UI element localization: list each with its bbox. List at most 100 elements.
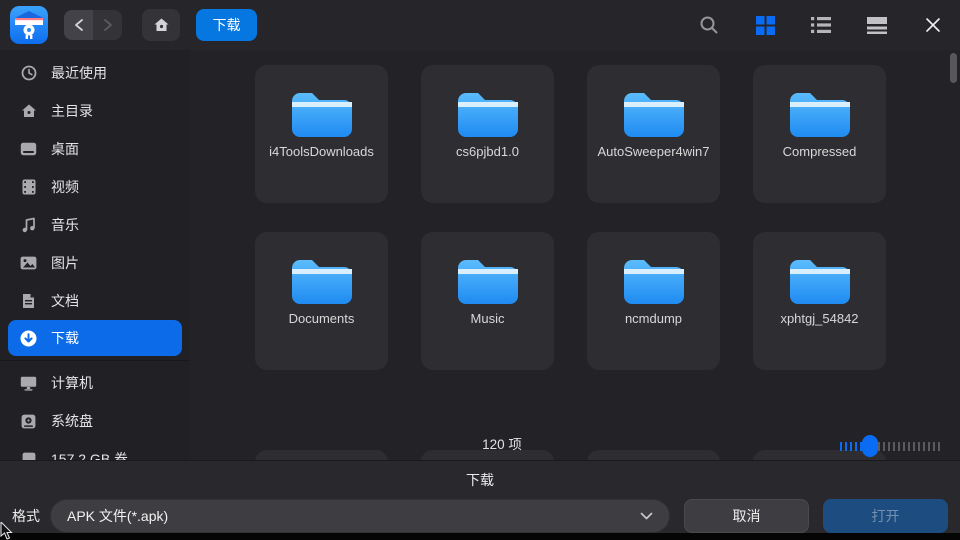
home-icon — [153, 17, 170, 33]
file-format-select[interactable]: APK 文件(*.apk) — [50, 499, 670, 533]
folder-tile[interactable]: i4ToolsDownloads — [255, 65, 388, 203]
folder-icon — [451, 248, 525, 308]
folder-tile[interactable]: cs6pjbd1.0 — [421, 65, 554, 203]
folder-tile[interactable] — [255, 450, 388, 460]
desktop-icon — [20, 141, 37, 158]
folder-tile[interactable]: xphtgj_54842 — [753, 232, 886, 370]
computer-icon — [20, 375, 37, 392]
item-count: 120 项 — [482, 433, 522, 453]
folder-icon — [451, 81, 525, 141]
folder-icon — [783, 248, 857, 308]
sidebar-separator — [0, 360, 190, 361]
open-button-label: 打开 — [872, 506, 900, 526]
system-disk-icon — [20, 413, 37, 430]
slider-thumb[interactable] — [862, 435, 878, 457]
sidebar-item-recent[interactable]: 最近使用 — [0, 54, 190, 92]
slider-ticks-filled — [840, 442, 862, 451]
file-dialog-window: 下载 — [0, 0, 960, 540]
sidebar-item-music[interactable]: 音乐 — [0, 206, 190, 244]
sidebar-item-pictures[interactable]: 图片 — [0, 244, 190, 282]
folder-icon — [617, 81, 691, 141]
folder-icon — [783, 81, 857, 141]
screen-bottom-strip — [0, 533, 960, 540]
sidebar-item-desktop[interactable]: 桌面 — [0, 130, 190, 168]
file-view: i4ToolsDownloads cs6pjbd1.0 AutoSweeper4… — [190, 50, 960, 460]
sidebar-item-label: 桌面 — [51, 139, 79, 159]
sidebar-item-videos[interactable]: 视频 — [0, 168, 190, 206]
grid-view-button[interactable] — [754, 14, 776, 36]
folder-name: Compressed — [763, 143, 877, 162]
close-icon — [925, 17, 941, 33]
app-icon — [10, 6, 48, 44]
home-icon — [20, 103, 37, 120]
chevron-left-icon — [74, 18, 84, 32]
search-icon — [699, 15, 719, 35]
cancel-button-label: 取消 — [733, 506, 761, 526]
sidebar-item-label: 音乐 — [51, 215, 79, 235]
folder-name: i4ToolsDownloads — [265, 143, 379, 162]
folder-name: xphtgj_54842 — [763, 310, 877, 329]
sidebar-item-home[interactable]: 主目录 — [0, 92, 190, 130]
cancel-button[interactable]: 取消 — [684, 499, 809, 533]
footer-controls: 格式 APK 文件(*.apk) 取消 打开 — [0, 499, 960, 533]
sidebar-item-label: 主目录 — [51, 101, 93, 121]
folder-tile[interactable] — [587, 450, 720, 460]
grid-view-icon — [756, 16, 775, 35]
close-button[interactable] — [922, 14, 944, 36]
detail-view-button[interactable] — [866, 14, 888, 36]
video-icon — [20, 179, 37, 196]
dialog-footer: 下载 格式 APK 文件(*.apk) 取消 打开 — [0, 460, 960, 533]
folder-tile[interactable]: ncmdump — [587, 232, 720, 370]
folder-tile[interactable]: Compressed — [753, 65, 886, 203]
sidebar-item-label: 下载 — [51, 328, 79, 348]
sidebar-item-label: 最近使用 — [51, 63, 107, 83]
file-view-scrollbar[interactable] — [950, 53, 957, 83]
sidebar: 最近使用 主目录 桌面 视频 音乐 — [0, 50, 190, 460]
chevron-right-icon — [103, 18, 113, 32]
document-icon — [20, 293, 37, 310]
folder-grid: i4ToolsDownloads cs6pjbd1.0 AutoSweeper4… — [255, 65, 886, 370]
list-view-icon — [811, 16, 831, 34]
clock-icon — [20, 65, 37, 82]
folder-name: ncmdump — [597, 310, 711, 329]
titlebar-actions — [698, 14, 944, 36]
sidebar-item-system-disk[interactable]: 系统盘 — [0, 402, 190, 440]
folder-tile[interactable]: AutoSweeper4win7 — [587, 65, 720, 203]
sidebar-item-label: 系统盘 — [51, 411, 93, 431]
sidebar-item-label: 图片 — [51, 253, 79, 273]
file-format-value: APK 文件(*.apk) — [67, 506, 640, 526]
sidebar-item-downloads[interactable]: 下载 — [8, 320, 182, 356]
detail-view-icon — [867, 16, 887, 34]
icon-size-slider[interactable] — [840, 435, 940, 457]
mouse-cursor — [0, 522, 14, 540]
folder-name: Music — [431, 310, 545, 329]
folder-icon — [285, 248, 359, 308]
sidebar-item-label: 视频 — [51, 177, 79, 197]
download-icon — [20, 330, 37, 347]
picture-icon — [20, 255, 37, 272]
location-tab[interactable]: 下载 — [196, 9, 257, 41]
sidebar-item-documents[interactable]: 文档 — [0, 282, 190, 320]
folder-tile[interactable]: Music — [421, 232, 554, 370]
sidebar-item-label: 文档 — [51, 291, 79, 311]
list-view-button[interactable] — [810, 14, 832, 36]
sidebar-item-label: 计算机 — [51, 373, 93, 393]
folder-name: AutoSweeper4win7 — [597, 143, 711, 162]
music-icon — [20, 217, 37, 234]
sidebar-item-computer[interactable]: 计算机 — [0, 364, 190, 402]
forward-button[interactable] — [93, 10, 122, 40]
folder-grid-partial-row — [255, 450, 886, 460]
open-button[interactable]: 打开 — [823, 499, 948, 533]
folder-icon — [285, 81, 359, 141]
title-bar: 下载 — [0, 0, 960, 50]
folder-icon — [617, 248, 691, 308]
location-tab-label: 下载 — [213, 15, 241, 35]
folder-tile[interactable]: Documents — [255, 232, 388, 370]
slider-ticks-empty — [878, 442, 940, 451]
back-button[interactable] — [64, 10, 93, 40]
current-folder-title: 下载 — [0, 470, 960, 490]
search-button[interactable] — [698, 14, 720, 36]
folder-name: Documents — [265, 310, 379, 329]
home-button[interactable] — [142, 9, 180, 41]
folder-name: cs6pjbd1.0 — [431, 143, 545, 162]
